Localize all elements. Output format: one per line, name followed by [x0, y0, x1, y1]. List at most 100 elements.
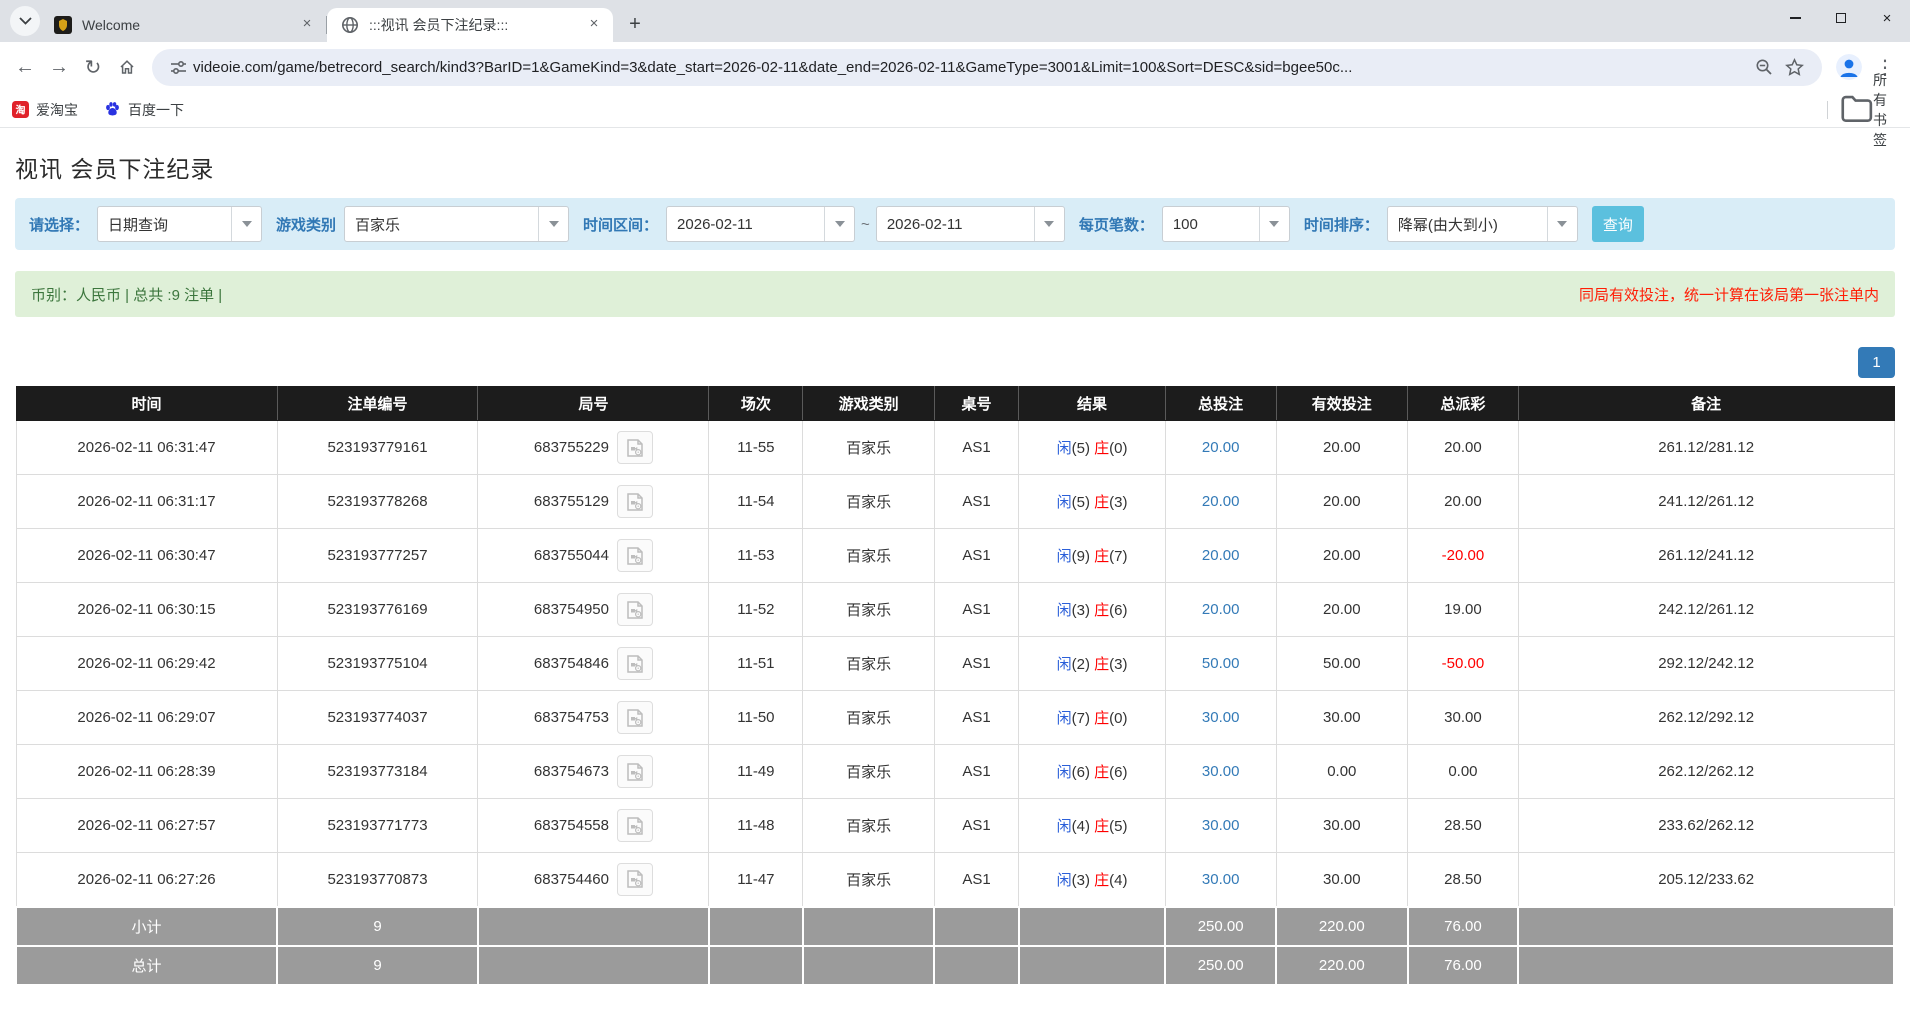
home-button[interactable]	[110, 50, 144, 84]
tab-bet-records[interactable]: :::视讯 会员下注纪录::: ×	[327, 8, 613, 42]
zoom-icon[interactable]	[1755, 58, 1773, 76]
maximize-button[interactable]	[1818, 0, 1864, 36]
banker-result: 庄	[1094, 818, 1109, 835]
back-button[interactable]: ←	[8, 50, 42, 84]
footer-payout-cell: 76.00	[1408, 907, 1519, 946]
bookmark-star-icon[interactable]	[1785, 58, 1804, 77]
banker-result: 庄	[1094, 710, 1109, 727]
video-replay-button[interactable]	[617, 755, 653, 788]
banker-points: (6)	[1109, 764, 1127, 781]
player-result: 闲	[1057, 440, 1072, 457]
video-replay-button[interactable]	[617, 701, 653, 734]
bookmark-baidu[interactable]: 百度一下	[104, 100, 184, 120]
table-number-cell: AS1	[934, 691, 1019, 745]
game-kind-select[interactable]: 百家乐	[344, 206, 569, 242]
footer-game-cell	[803, 946, 934, 985]
video-file-icon	[625, 492, 645, 512]
minimize-button[interactable]	[1772, 0, 1818, 36]
total-bet-cell: 30.00	[1165, 745, 1276, 799]
valid-bet-cell: 20.00	[1276, 529, 1407, 583]
page-1-button[interactable]: 1	[1858, 347, 1895, 378]
tab-search-button[interactable]	[10, 6, 40, 36]
valid-bet-notice: 同局有效投注，统一计算在该局第一张注单内	[1579, 284, 1879, 305]
bet-time-cell: 2026-02-11 06:30:47	[16, 529, 277, 583]
player-result: 闲	[1057, 494, 1072, 511]
table-row: 2026-02-11 06:30:47523193777257683755044…	[16, 529, 1894, 583]
tab-close-icon[interactable]: ×	[585, 16, 603, 34]
table-number-cell: AS1	[934, 745, 1019, 799]
remark-cell: 262.12/292.12	[1518, 691, 1894, 745]
session-cell: 11-55	[709, 421, 803, 475]
session-cell: 11-52	[709, 583, 803, 637]
table-header-row: 时间注单编号局号场次游戏类别桌号结果总投注有效投注总派彩备注	[16, 387, 1894, 421]
banker-points: (5)	[1109, 818, 1127, 835]
video-replay-button[interactable]	[617, 593, 653, 626]
video-replay-button[interactable]	[617, 539, 653, 572]
chevron-down-icon	[19, 17, 32, 25]
video-replay-button[interactable]	[617, 485, 653, 518]
bet-time-cell: 2026-02-11 06:29:42	[16, 637, 277, 691]
table-row: 2026-02-11 06:31:47523193779161683755229…	[16, 421, 1894, 475]
bookmark-aitaobao[interactable]: 淘 爱淘宝	[12, 100, 78, 120]
query-type-select[interactable]: 日期查询	[97, 206, 262, 242]
close-button[interactable]: ×	[1864, 0, 1910, 36]
payout-cell: 20.00	[1408, 421, 1519, 475]
taobao-icon: 淘	[12, 101, 29, 118]
url-text[interactable]: videoie.com/game/betrecord_search/kind3?…	[193, 59, 1749, 76]
banker-points: (0)	[1109, 710, 1127, 727]
column-header: 局号	[478, 387, 709, 421]
round-number: 683754673	[534, 763, 609, 780]
round-id-cell: 683754950	[478, 583, 709, 637]
game-kind-cell: 百家乐	[803, 691, 934, 745]
tab-welcome[interactable]: Welcome ×	[40, 8, 326, 42]
video-replay-button[interactable]	[617, 863, 653, 896]
round-number: 683754558	[534, 817, 609, 834]
valid-bet-cell: 30.00	[1276, 853, 1407, 907]
tab-close-icon[interactable]: ×	[298, 16, 316, 34]
date-range-label: 时间区间：	[583, 214, 658, 235]
round-id-cell: 683754558	[478, 799, 709, 853]
search-button[interactable]: 查询	[1592, 206, 1644, 242]
remark-cell: 233.62/262.12	[1518, 799, 1894, 853]
video-replay-button[interactable]	[617, 809, 653, 842]
video-file-icon	[625, 869, 645, 889]
bet-time-cell: 2026-02-11 06:27:26	[16, 853, 277, 907]
site-settings-icon[interactable]	[170, 59, 187, 76]
grandtotal-row: 总计9250.00220.0076.00	[16, 946, 1894, 985]
chevron-down-icon	[538, 207, 568, 241]
valid-bet-cell: 20.00	[1276, 421, 1407, 475]
column-header: 桌号	[934, 387, 1019, 421]
remark-cell: 261.12/241.12	[1518, 529, 1894, 583]
player-points: (5)	[1072, 494, 1095, 511]
forward-button[interactable]: →	[42, 50, 76, 84]
footer-round-cell	[478, 907, 709, 946]
total-bet-cell: 30.00	[1165, 691, 1276, 745]
column-header: 场次	[709, 387, 803, 421]
all-bookmarks[interactable]: 所有书签	[1827, 70, 1898, 150]
player-points: (3)	[1072, 872, 1095, 889]
result-cell: 闲(3) 庄(4)	[1019, 853, 1165, 907]
video-replay-button[interactable]	[617, 647, 653, 680]
footer-remark-cell	[1518, 907, 1894, 946]
page-size-label: 每页笔数：	[1079, 214, 1154, 235]
page-size-select[interactable]: 100	[1162, 206, 1290, 242]
banker-result: 庄	[1094, 872, 1109, 889]
table-number-cell: AS1	[934, 637, 1019, 691]
table-number-cell: AS1	[934, 583, 1019, 637]
date-start-select[interactable]: 2026-02-11	[666, 206, 855, 242]
new-tab-button[interactable]: +	[621, 11, 649, 39]
date-end-select[interactable]: 2026-02-11	[876, 206, 1065, 242]
video-replay-button[interactable]	[617, 431, 653, 464]
game-kind-cell: 百家乐	[803, 583, 934, 637]
game-kind-cell: 百家乐	[803, 745, 934, 799]
address-bar[interactable]: videoie.com/game/betrecord_search/kind3?…	[152, 49, 1822, 86]
sort-select[interactable]: 降幂(由大到小)	[1387, 206, 1578, 242]
round-id-cell: 683754460	[478, 853, 709, 907]
player-points: (4)	[1072, 818, 1095, 835]
subtotal-row: 小计9250.00220.0076.00	[16, 907, 1894, 946]
reload-button[interactable]: ↻	[76, 50, 110, 84]
tab-title: :::视讯 会员下注纪录:::	[369, 15, 585, 35]
table-row: 2026-02-11 06:29:07523193774037683754753…	[16, 691, 1894, 745]
column-header: 备注	[1518, 387, 1894, 421]
banker-result: 庄	[1094, 440, 1109, 457]
